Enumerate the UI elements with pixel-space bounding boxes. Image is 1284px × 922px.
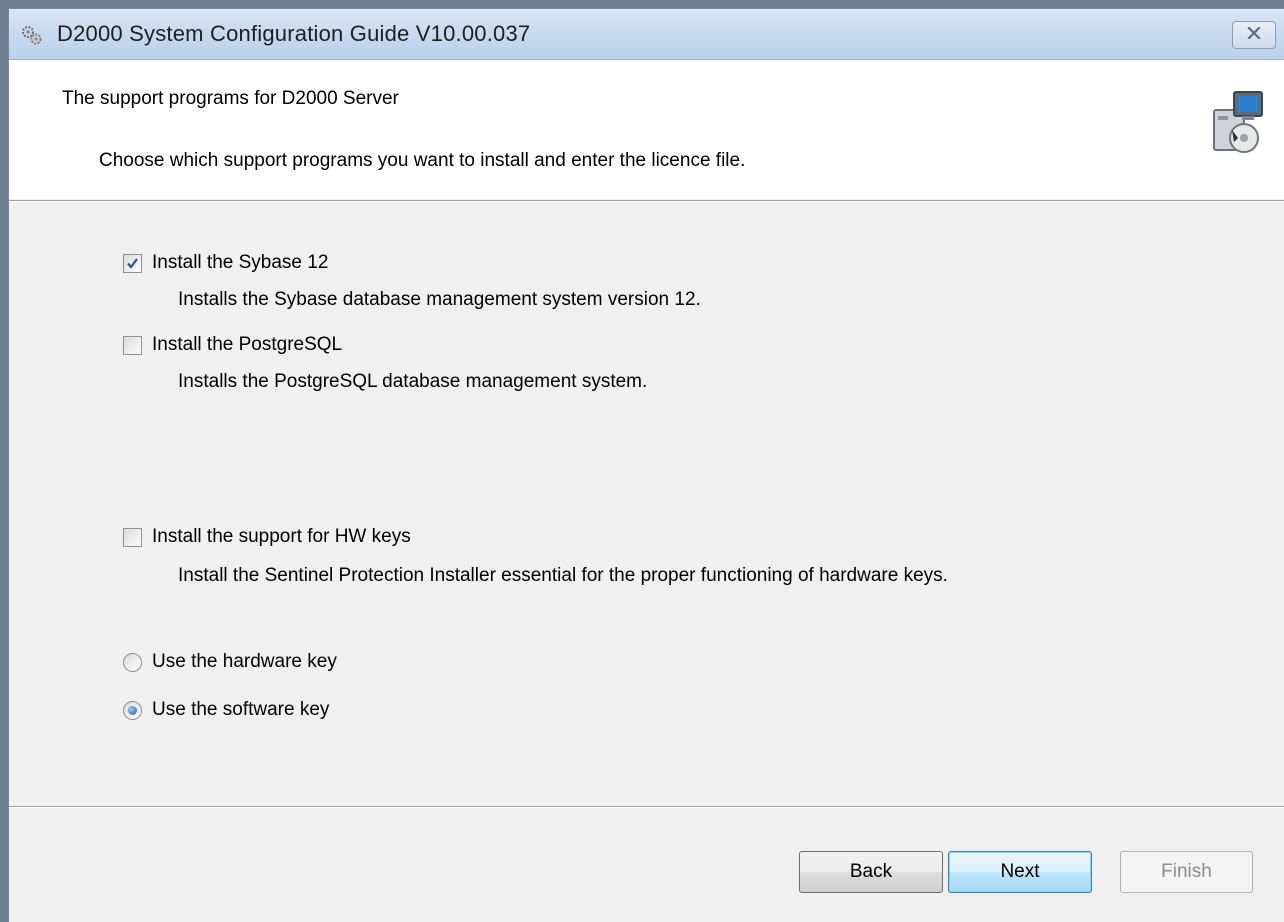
title-bar: D2000 System Configuration Guide V10.00.… bbox=[9, 9, 1284, 60]
option-postgresql[interactable]: Install the PostgreSQL bbox=[123, 334, 342, 356]
footer-separator bbox=[9, 806, 1284, 808]
option-hw-keys[interactable]: Install the support for HW keys bbox=[123, 526, 411, 548]
postgresql-description: Installs the PostgreSQL database managem… bbox=[178, 371, 648, 392]
header-panel: The support programs for D2000 Server Ch… bbox=[9, 60, 1284, 199]
radio-software-key[interactable]: Use the software key bbox=[123, 699, 329, 721]
window-title: D2000 System Configuration Guide V10.00.… bbox=[57, 21, 531, 46]
setup-computer-icon bbox=[1208, 88, 1268, 160]
sybase-checkbox[interactable] bbox=[123, 253, 142, 273]
hw-keys-description: Install the Sentinel Protection Installe… bbox=[178, 565, 948, 586]
sybase-label: Install the Sybase 12 bbox=[152, 252, 329, 273]
header-subtitle: Choose which support programs you want t… bbox=[99, 150, 746, 171]
postgresql-checkbox[interactable] bbox=[123, 335, 142, 355]
hw-keys-checkbox[interactable] bbox=[123, 527, 142, 547]
checkmark-icon bbox=[127, 257, 138, 269]
hardware-key-radio[interactable] bbox=[123, 652, 142, 672]
header-title: The support programs for D2000 Server bbox=[62, 88, 399, 109]
gears-icon bbox=[21, 24, 43, 46]
back-button[interactable]: Back bbox=[799, 851, 943, 893]
hardware-key-label: Use the hardware key bbox=[152, 651, 337, 672]
software-key-radio[interactable] bbox=[123, 700, 142, 720]
close-button[interactable] bbox=[1232, 21, 1276, 49]
radio-hardware-key[interactable]: Use the hardware key bbox=[123, 651, 337, 673]
hw-keys-label: Install the support for HW keys bbox=[152, 526, 411, 547]
software-key-label: Use the software key bbox=[152, 699, 330, 720]
sybase-description: Installs the Sybase database management … bbox=[178, 289, 701, 310]
option-sybase[interactable]: Install the Sybase 12 bbox=[123, 252, 328, 274]
radio-selected-dot bbox=[128, 705, 137, 715]
close-icon bbox=[1247, 26, 1261, 44]
finish-button[interactable]: Finish bbox=[1120, 851, 1253, 893]
next-button[interactable]: Next bbox=[948, 851, 1092, 893]
header-separator bbox=[9, 200, 1284, 202]
setup-wizard-window: D2000 System Configuration Guide V10.00.… bbox=[8, 8, 1284, 922]
postgresql-label: Install the PostgreSQL bbox=[152, 334, 343, 355]
